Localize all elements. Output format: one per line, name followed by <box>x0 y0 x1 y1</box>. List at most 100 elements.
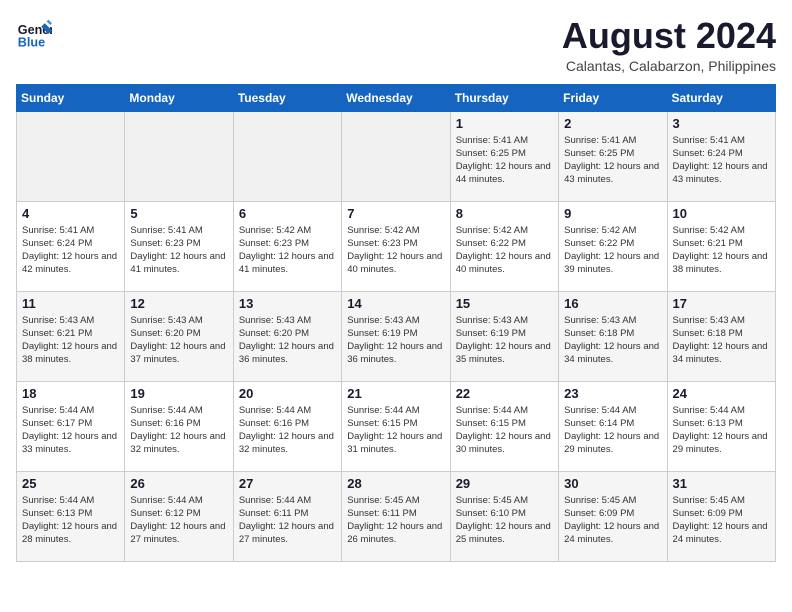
week-row-5: 25 Sunrise: 5:44 AM Sunset: 6:13 PM Dayli… <box>17 471 776 561</box>
day-number: 31 <box>673 476 770 491</box>
day-cell: 27Sunrise: 5:44 AM Sunset: 6:11 PM Dayli… <box>233 471 341 561</box>
day-cell: 30Sunrise: 5:45 AM Sunset: 6:09 PM Dayli… <box>559 471 667 561</box>
day-cell <box>125 111 233 201</box>
day-info: Sunrise: 5:42 AM Sunset: 6:23 PM Dayligh… <box>347 224 444 277</box>
day-info: Sunrise: 5:43 AM Sunset: 6:19 PM Dayligh… <box>456 314 553 367</box>
svg-text:Blue: Blue <box>18 36 45 50</box>
day-info: Sunrise: 5:44 AM Sunset: 6:12 PM Dayligh… <box>130 494 227 547</box>
day-cell: 31 Sunrise: 5:45 AM Sunset: 6:09 PM Dayli… <box>667 471 775 561</box>
day-cell: 13 Sunrise: 5:43 AM Sunset: 6:20 PM Dayli… <box>233 291 341 381</box>
calendar-title: August 2024 <box>562 16 776 56</box>
day-info: Sunrise: 5:42 AM Sunset: 6:22 PM Dayligh… <box>456 224 553 277</box>
day-cell: 15Sunrise: 5:43 AM Sunset: 6:19 PM Dayli… <box>450 291 558 381</box>
day-number: 5 <box>130 206 227 221</box>
day-number: 18 <box>22 386 119 401</box>
week-row-2: 4 Sunrise: 5:41 AM Sunset: 6:24 PM Daylig… <box>17 201 776 291</box>
day-cell: 18 Sunrise: 5:44 AM Sunset: 6:17 PM Dayli… <box>17 381 125 471</box>
day-number: 25 <box>22 476 119 491</box>
day-number: 11 <box>22 296 119 311</box>
day-info: Sunrise: 5:44 AM Sunset: 6:16 PM Dayligh… <box>239 404 336 457</box>
day-info: Sunrise: 5:42 AM Sunset: 6:23 PM Dayligh… <box>239 224 336 277</box>
day-cell: 25 Sunrise: 5:44 AM Sunset: 6:13 PM Dayli… <box>17 471 125 561</box>
day-number: 13 <box>239 296 336 311</box>
day-info: Sunrise: 5:45 AM Sunset: 6:09 PM Dayligh… <box>673 494 770 547</box>
day-number: 29 <box>456 476 553 491</box>
day-cell: 3Sunrise: 5:41 AM Sunset: 6:24 PM Daylig… <box>667 111 775 201</box>
day-number: 4 <box>22 206 119 221</box>
day-cell: 19 Sunrise: 5:44 AM Sunset: 6:16 PM Dayli… <box>125 381 233 471</box>
day-number: 26 <box>130 476 227 491</box>
day-cell: 6 Sunrise: 5:42 AM Sunset: 6:23 PM Daylig… <box>233 201 341 291</box>
calendar-body: 1Sunrise: 5:41 AM Sunset: 6:25 PM Daylig… <box>17 111 776 561</box>
header-cell-tuesday: Tuesday <box>233 84 341 111</box>
day-info: Sunrise: 5:44 AM Sunset: 6:17 PM Dayligh… <box>22 404 119 457</box>
day-number: 8 <box>456 206 553 221</box>
day-info: Sunrise: 5:43 AM Sunset: 6:20 PM Dayligh… <box>130 314 227 367</box>
calendar-header: SundayMondayTuesdayWednesdayThursdayFrid… <box>17 84 776 111</box>
day-number: 10 <box>673 206 770 221</box>
day-info: Sunrise: 5:41 AM Sunset: 6:25 PM Dayligh… <box>456 134 553 187</box>
day-cell: 2Sunrise: 5:41 AM Sunset: 6:25 PM Daylig… <box>559 111 667 201</box>
day-info: Sunrise: 5:44 AM Sunset: 6:15 PM Dayligh… <box>456 404 553 457</box>
day-cell: 26 Sunrise: 5:44 AM Sunset: 6:12 PM Dayli… <box>125 471 233 561</box>
header-cell-friday: Friday <box>559 84 667 111</box>
day-info: Sunrise: 5:44 AM Sunset: 6:15 PM Dayligh… <box>347 404 444 457</box>
day-number: 23 <box>564 386 661 401</box>
logo-icon: General Blue <box>16 16 52 52</box>
day-info: Sunrise: 5:45 AM Sunset: 6:10 PM Dayligh… <box>456 494 553 547</box>
day-info: Sunrise: 5:45 AM Sunset: 6:11 PM Dayligh… <box>347 494 444 547</box>
day-info: Sunrise: 5:44 AM Sunset: 6:13 PM Dayligh… <box>22 494 119 547</box>
calendar-table: SundayMondayTuesdayWednesdayThursdayFrid… <box>16 84 776 562</box>
day-number: 2 <box>564 116 661 131</box>
day-info: Sunrise: 5:41 AM Sunset: 6:24 PM Dayligh… <box>22 224 119 277</box>
week-row-4: 18 Sunrise: 5:44 AM Sunset: 6:17 PM Dayli… <box>17 381 776 471</box>
day-cell: 8 Sunrise: 5:42 AM Sunset: 6:22 PM Daylig… <box>450 201 558 291</box>
day-info: Sunrise: 5:41 AM Sunset: 6:23 PM Dayligh… <box>130 224 227 277</box>
day-cell: 21 Sunrise: 5:44 AM Sunset: 6:15 PM Dayli… <box>342 381 450 471</box>
day-cell <box>233 111 341 201</box>
header-row: SundayMondayTuesdayWednesdayThursdayFrid… <box>17 84 776 111</box>
day-number: 17 <box>673 296 770 311</box>
day-info: Sunrise: 5:43 AM Sunset: 6:20 PM Dayligh… <box>239 314 336 367</box>
day-cell: 1Sunrise: 5:41 AM Sunset: 6:25 PM Daylig… <box>450 111 558 201</box>
logo: General Blue <box>16 16 52 52</box>
day-cell: 23 Sunrise: 5:44 AM Sunset: 6:14 PM Dayli… <box>559 381 667 471</box>
day-number: 6 <box>239 206 336 221</box>
day-cell: 14Sunrise: 5:43 AM Sunset: 6:19 PM Dayli… <box>342 291 450 381</box>
day-cell: 29 Sunrise: 5:45 AM Sunset: 6:10 PM Dayli… <box>450 471 558 561</box>
header-cell-monday: Monday <box>125 84 233 111</box>
header-cell-thursday: Thursday <box>450 84 558 111</box>
day-info: Sunrise: 5:44 AM Sunset: 6:14 PM Dayligh… <box>564 404 661 457</box>
day-number: 21 <box>347 386 444 401</box>
day-number: 9 <box>564 206 661 221</box>
day-number: 20 <box>239 386 336 401</box>
title-block: August 2024 Calantas, Calabarzon, Philip… <box>562 16 776 74</box>
day-info: Sunrise: 5:42 AM Sunset: 6:22 PM Dayligh… <box>564 224 661 277</box>
day-cell <box>17 111 125 201</box>
week-row-1: 1Sunrise: 5:41 AM Sunset: 6:25 PM Daylig… <box>17 111 776 201</box>
day-cell: 16 Sunrise: 5:43 AM Sunset: 6:18 PM Dayli… <box>559 291 667 381</box>
day-info: Sunrise: 5:41 AM Sunset: 6:24 PM Dayligh… <box>673 134 770 187</box>
header-cell-wednesday: Wednesday <box>342 84 450 111</box>
day-info: Sunrise: 5:43 AM Sunset: 6:21 PM Dayligh… <box>22 314 119 367</box>
day-info: Sunrise: 5:43 AM Sunset: 6:18 PM Dayligh… <box>673 314 770 367</box>
day-cell: 12 Sunrise: 5:43 AM Sunset: 6:20 PM Dayli… <box>125 291 233 381</box>
day-cell: 4 Sunrise: 5:41 AM Sunset: 6:24 PM Daylig… <box>17 201 125 291</box>
day-info: Sunrise: 5:45 AM Sunset: 6:09 PM Dayligh… <box>564 494 661 547</box>
day-cell: 10 Sunrise: 5:42 AM Sunset: 6:21 PM Dayli… <box>667 201 775 291</box>
day-cell: 5 Sunrise: 5:41 AM Sunset: 6:23 PM Daylig… <box>125 201 233 291</box>
day-cell: 24Sunrise: 5:44 AM Sunset: 6:13 PM Dayli… <box>667 381 775 471</box>
day-number: 16 <box>564 296 661 311</box>
day-info: Sunrise: 5:42 AM Sunset: 6:21 PM Dayligh… <box>673 224 770 277</box>
day-number: 12 <box>130 296 227 311</box>
day-info: Sunrise: 5:43 AM Sunset: 6:19 PM Dayligh… <box>347 314 444 367</box>
day-cell: 11 Sunrise: 5:43 AM Sunset: 6:21 PM Dayli… <box>17 291 125 381</box>
day-info: Sunrise: 5:43 AM Sunset: 6:18 PM Dayligh… <box>564 314 661 367</box>
day-cell <box>342 111 450 201</box>
header-cell-saturday: Saturday <box>667 84 775 111</box>
day-number: 7 <box>347 206 444 221</box>
day-info: Sunrise: 5:44 AM Sunset: 6:16 PM Dayligh… <box>130 404 227 457</box>
day-number: 24 <box>673 386 770 401</box>
day-number: 19 <box>130 386 227 401</box>
day-cell: 22Sunrise: 5:44 AM Sunset: 6:15 PM Dayli… <box>450 381 558 471</box>
